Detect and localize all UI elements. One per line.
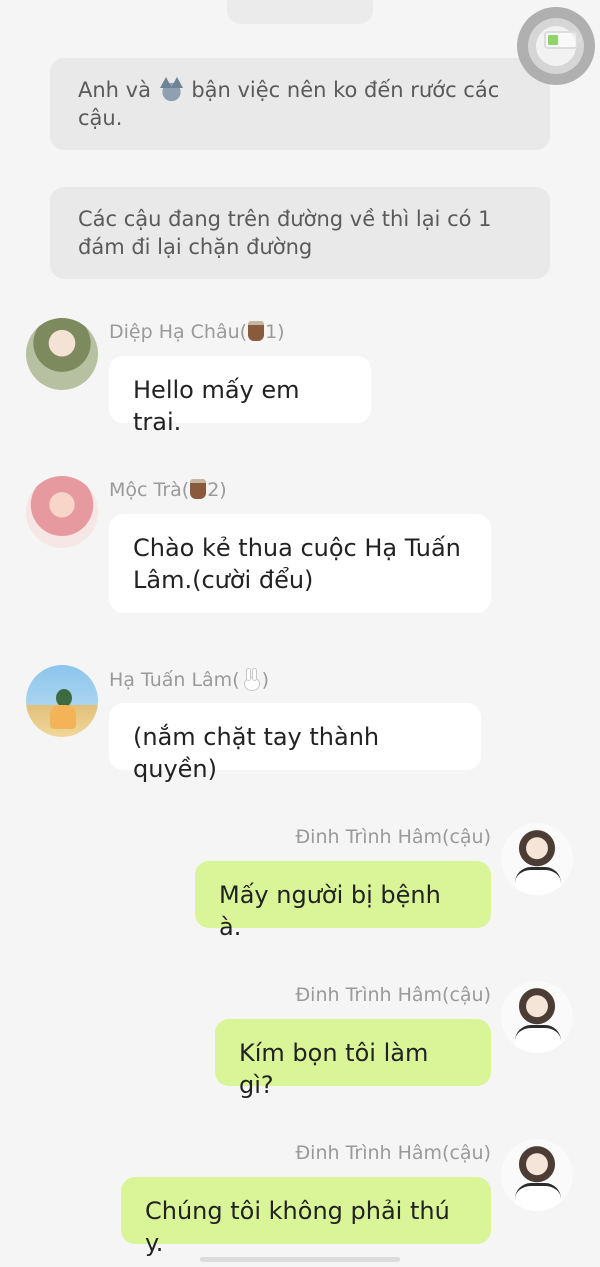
sender-name-text: Diệp Hạ Châu( xyxy=(109,321,248,343)
narration-text: Các cậu đang trên đường về thì lại có 1 … xyxy=(78,207,492,259)
message-bubble[interactable]: Chúng tôi không phải thú y. xyxy=(121,1177,491,1257)
sender-name-text: Đinh Trình Hâm(cậu) xyxy=(295,1142,491,1164)
message-text: Chào kẻ thua cuộc Hạ Tuấn Lâm.(cười đểu) xyxy=(133,534,461,594)
message-text: Mấy người bị bệnh à. xyxy=(219,881,441,941)
avatar-dinh-trinh-ham[interactable] xyxy=(501,823,573,895)
avatar-ha-tuan-lam[interactable] xyxy=(26,665,98,737)
message-text: Chúng tôi không phải thú y. xyxy=(145,1197,450,1257)
sender-name-text: Đinh Trình Hâm(cậu) xyxy=(295,984,491,1006)
sender-name-suffix: 1) xyxy=(265,321,285,343)
sender-name: Đinh Trình Hâm(cậu) xyxy=(295,826,491,848)
avatar-figure-body xyxy=(50,705,76,729)
sender-name: Hạ Tuấn Lâm() xyxy=(109,668,269,691)
bunny-icon xyxy=(241,668,261,691)
message-text: Hello mấy em trai. xyxy=(133,376,300,436)
battery-icon xyxy=(544,31,581,49)
avatar-moc-tra[interactable] xyxy=(26,476,98,548)
cup-icon xyxy=(190,479,207,499)
message-bubble[interactable]: (nắm chặt tay thành quyền) xyxy=(109,703,481,783)
message-bubble[interactable]: Kím bọn tôi làm gì? xyxy=(215,1019,491,1099)
sender-name: Đinh Trình Hâm(cậu) xyxy=(295,984,491,1006)
sender-name-text: Mộc Trà( xyxy=(109,479,190,501)
avatar-sweater xyxy=(515,1183,561,1211)
sender-name: Diệp Hạ Châu( 1) xyxy=(109,321,285,343)
sender-name-text: Hạ Tuấn Lâm( xyxy=(109,669,240,691)
avatar-sweater xyxy=(515,1025,561,1053)
home-indicator[interactable] xyxy=(200,1257,400,1262)
message-bubble[interactable]: Mấy người bị bệnh à. xyxy=(195,861,491,941)
message-bubble[interactable]: Hello mấy em trai. xyxy=(109,356,371,436)
wolf-icon xyxy=(157,77,185,102)
narration-box: Các cậu đang trên đường về thì lại có 1 … xyxy=(50,187,550,279)
sender-name: Mộc Trà( 2) xyxy=(109,479,227,501)
message-bubble[interactable]: Chào kẻ thua cuộc Hạ Tuấn Lâm.(cười đểu) xyxy=(109,514,491,613)
message-text: (nắm chặt tay thành quyền) xyxy=(133,723,380,783)
narration-text-before: Anh và xyxy=(78,78,158,102)
avatar-dinh-trinh-ham[interactable] xyxy=(501,1139,573,1211)
sender-name-suffix: ) xyxy=(261,669,270,691)
sender-name-text: Đinh Trình Hâm(cậu) xyxy=(295,826,491,848)
narration-box: Anh và bận việc nên ko đến rước các cậu. xyxy=(50,58,550,150)
top-tab xyxy=(227,0,373,24)
sender-name-suffix: 2) xyxy=(207,479,227,501)
avatar-dinh-trinh-ham[interactable] xyxy=(501,981,573,1053)
sender-name: Đinh Trình Hâm(cậu) xyxy=(295,1142,491,1164)
avatar-diep-ha-chau[interactable] xyxy=(26,318,98,390)
avatar-sweater xyxy=(515,867,561,895)
message-text: Kím bọn tôi làm gì? xyxy=(239,1039,429,1099)
cup-icon xyxy=(248,321,265,341)
